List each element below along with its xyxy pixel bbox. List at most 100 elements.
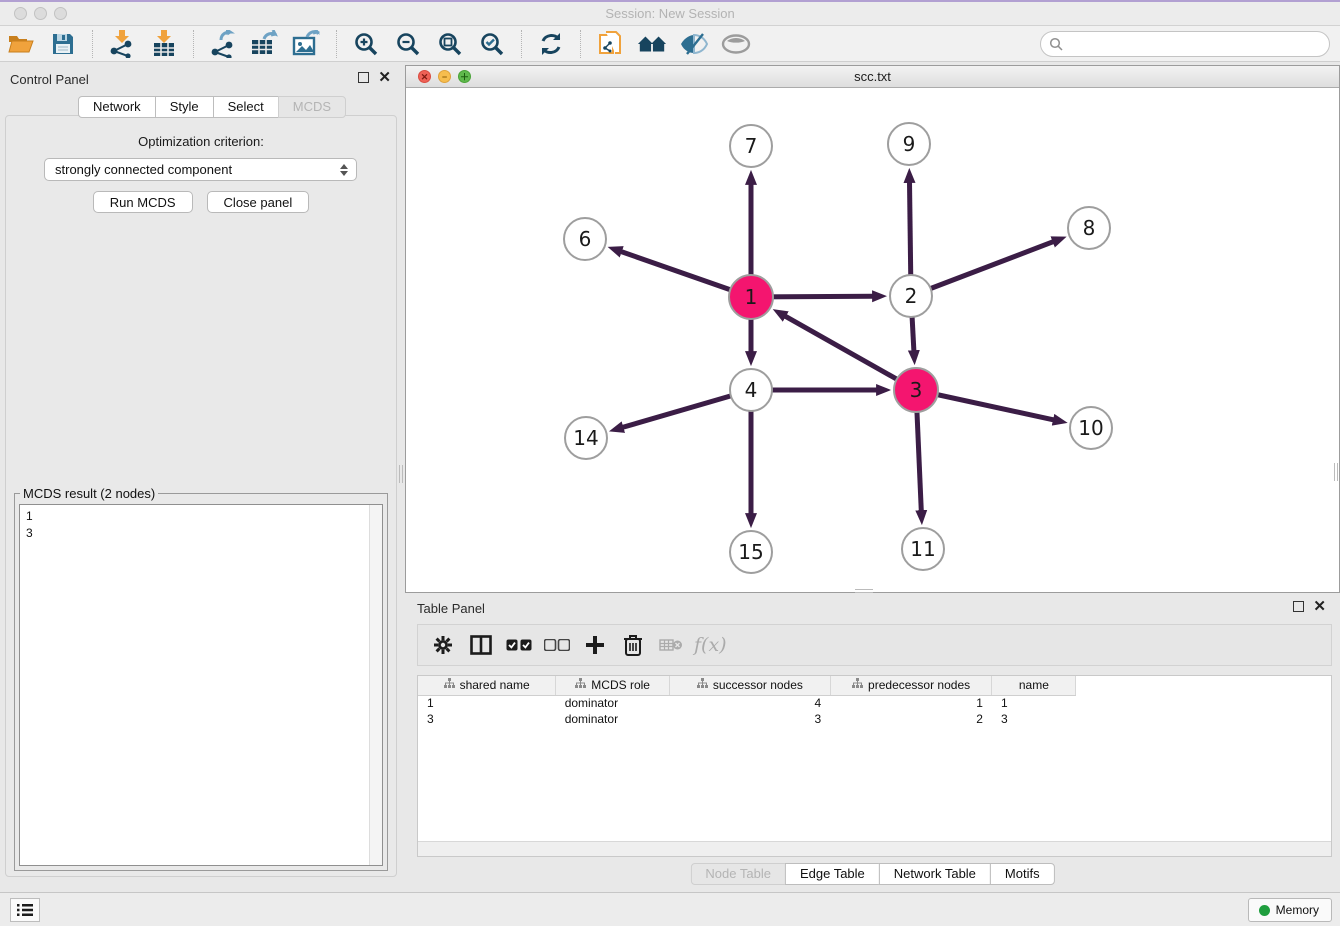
table-cell-name[interactable]: 1 <box>992 695 1076 711</box>
float-table-panel-icon[interactable] <box>1293 601 1304 612</box>
table-row[interactable]: 1dominator411 <box>418 695 1331 711</box>
control-panel-header: Control Panel ✕ <box>0 68 403 90</box>
delete-column-trash-icon[interactable] <box>616 630 650 660</box>
control-tab-select[interactable]: Select <box>213 96 279 118</box>
table-tab-edge-table[interactable]: Edge Table <box>785 863 880 885</box>
column-tree-icon <box>444 678 455 692</box>
dropdown-stepper-icon <box>336 161 352 178</box>
column-header-name[interactable]: name <box>992 676 1076 695</box>
task-history-button[interactable] <box>10 898 40 922</box>
network-view-window: ✕ − ＋ scc.txt 7 9 6 8 1 2 4 3 14 10 15 11 <box>405 65 1340 593</box>
table-cell-predecessor-nodes[interactable]: 2 <box>830 711 992 727</box>
unselect-all-columns-icon[interactable] <box>540 630 574 660</box>
graph-node-6[interactable]: 6 <box>564 218 606 260</box>
delete-table-icon[interactable] <box>654 630 688 660</box>
home-view-icon[interactable] <box>637 30 667 58</box>
panel-splitter-handle[interactable] <box>399 465 403 483</box>
right-splitter-handle[interactable] <box>1334 463 1338 481</box>
create-column-plus-icon[interactable] <box>578 630 612 660</box>
optimization-criterion-label: Optimization criterion: <box>6 134 396 149</box>
show-hidden-icon[interactable] <box>721 30 751 58</box>
function-builder-icon[interactable]: f(x) <box>694 634 727 656</box>
column-header-label: shared name <box>460 678 530 692</box>
graph-node-3[interactable]: 3 <box>894 368 938 412</box>
close-table-panel-icon[interactable]: ✕ <box>1313 601 1326 612</box>
control-tab-style[interactable]: Style <box>155 96 214 118</box>
status-bar: Memory <box>0 892 1340 926</box>
table-settings-gear-icon[interactable] <box>426 630 460 660</box>
svg-text:9: 9 <box>903 132 916 156</box>
table-cell-successor-nodes[interactable]: 3 <box>670 711 831 727</box>
table-horizontal-scrollbar[interactable] <box>418 841 1331 856</box>
run-mcds-button[interactable]: Run MCDS <box>93 191 193 213</box>
network-window-titlebar[interactable]: ✕ − ＋ scc.txt <box>406 66 1339 88</box>
table-cell-predecessor-nodes[interactable]: 1 <box>830 695 992 711</box>
application-window: Session: New Session Control Panel <box>0 0 1340 926</box>
select-all-columns-icon[interactable] <box>502 630 536 660</box>
show-column-panel-icon[interactable] <box>464 630 498 660</box>
search-input[interactable] <box>1068 37 1329 52</box>
save-session-icon[interactable] <box>48 30 78 58</box>
table-row[interactable]: 3dominator323 <box>418 711 1331 727</box>
table-cell-MCDS-role[interactable]: dominator <box>556 695 670 711</box>
column-header-successor-nodes[interactable]: successor nodes <box>670 676 831 695</box>
control-panel: Control Panel ✕ NetworkStyleSelectMCDS O… <box>0 62 403 892</box>
graph-node-11[interactable]: 11 <box>902 528 944 570</box>
memory-button[interactable]: Memory <box>1248 898 1332 922</box>
mcds-result-list[interactable]: 13 <box>19 504 383 866</box>
zoom-in-icon[interactable] <box>351 30 381 58</box>
mcds-result-item[interactable]: 1 <box>26 508 376 525</box>
result-scrollbar[interactable] <box>369 505 382 865</box>
float-panel-icon[interactable] <box>358 72 369 83</box>
graph-node-10[interactable]: 10 <box>1070 407 1112 449</box>
column-header-predecessor-nodes[interactable]: predecessor nodes <box>830 676 992 695</box>
toolbar-divider <box>580 30 581 58</box>
export-image-icon[interactable] <box>292 30 322 58</box>
main-toolbar <box>0 26 1340 62</box>
clone-network-icon[interactable] <box>595 30 625 58</box>
graph-node-7[interactable]: 7 <box>730 125 772 167</box>
hide-selected-icon[interactable] <box>679 30 709 58</box>
graph-node-4[interactable]: 4 <box>730 369 772 411</box>
column-header-MCDS-role[interactable]: MCDS role <box>556 676 670 695</box>
control-panel-title: Control Panel <box>10 72 89 87</box>
graph-node-15[interactable]: 15 <box>730 531 772 573</box>
export-table-icon[interactable] <box>250 30 280 58</box>
graph-node-8[interactable]: 8 <box>1068 207 1110 249</box>
zoom-out-icon[interactable] <box>393 30 423 58</box>
table-tab-motifs[interactable]: Motifs <box>990 863 1055 885</box>
zoom-fit-icon[interactable] <box>435 30 465 58</box>
import-network-icon[interactable] <box>107 30 137 58</box>
graph-edge-2-8[interactable] <box>911 242 1054 296</box>
table-cell-shared-name[interactable]: 1 <box>418 695 556 711</box>
graph-node-1[interactable]: 1 <box>729 275 773 319</box>
search-field[interactable] <box>1040 31 1330 57</box>
close-panel-button[interactable]: Close panel <box>207 191 310 213</box>
zoom-selected-icon[interactable] <box>477 30 507 58</box>
table-cell-name[interactable]: 3 <box>992 711 1076 727</box>
open-session-icon[interactable] <box>6 30 36 58</box>
mcds-result-item[interactable]: 3 <box>26 525 376 542</box>
table-cell-MCDS-role[interactable]: dominator <box>556 711 670 727</box>
table-tab-node-table[interactable]: Node Table <box>690 863 786 885</box>
network-graph-canvas[interactable]: 7 9 6 8 1 2 4 3 14 10 15 11 <box>406 88 1339 592</box>
table-cell-successor-nodes[interactable]: 4 <box>670 695 831 711</box>
column-header-shared-name[interactable]: shared name <box>418 676 556 695</box>
import-table-icon[interactable] <box>149 30 179 58</box>
table-tab-network-table[interactable]: Network Table <box>879 863 991 885</box>
horizontal-splitter-handle[interactable] <box>855 589 873 593</box>
graph-node-2[interactable]: 2 <box>890 275 932 317</box>
column-header-label: name <box>1019 678 1049 692</box>
refresh-view-icon[interactable] <box>536 30 566 58</box>
export-network-icon[interactable] <box>208 30 238 58</box>
close-panel-icon[interactable]: ✕ <box>378 72 391 83</box>
control-tab-network[interactable]: Network <box>78 96 156 118</box>
graph-node-14[interactable]: 14 <box>565 417 607 459</box>
optimization-criterion-dropdown[interactable]: strongly connected component <box>44 158 357 181</box>
table-cell-filler <box>1076 711 1331 727</box>
app-titlebar: Session: New Session <box>0 2 1340 26</box>
graph-node-9[interactable]: 9 <box>888 123 930 165</box>
control-tab-mcds[interactable]: MCDS <box>278 96 346 118</box>
table-cell-shared-name[interactable]: 3 <box>418 711 556 727</box>
app-title: Session: New Session <box>0 6 1340 21</box>
